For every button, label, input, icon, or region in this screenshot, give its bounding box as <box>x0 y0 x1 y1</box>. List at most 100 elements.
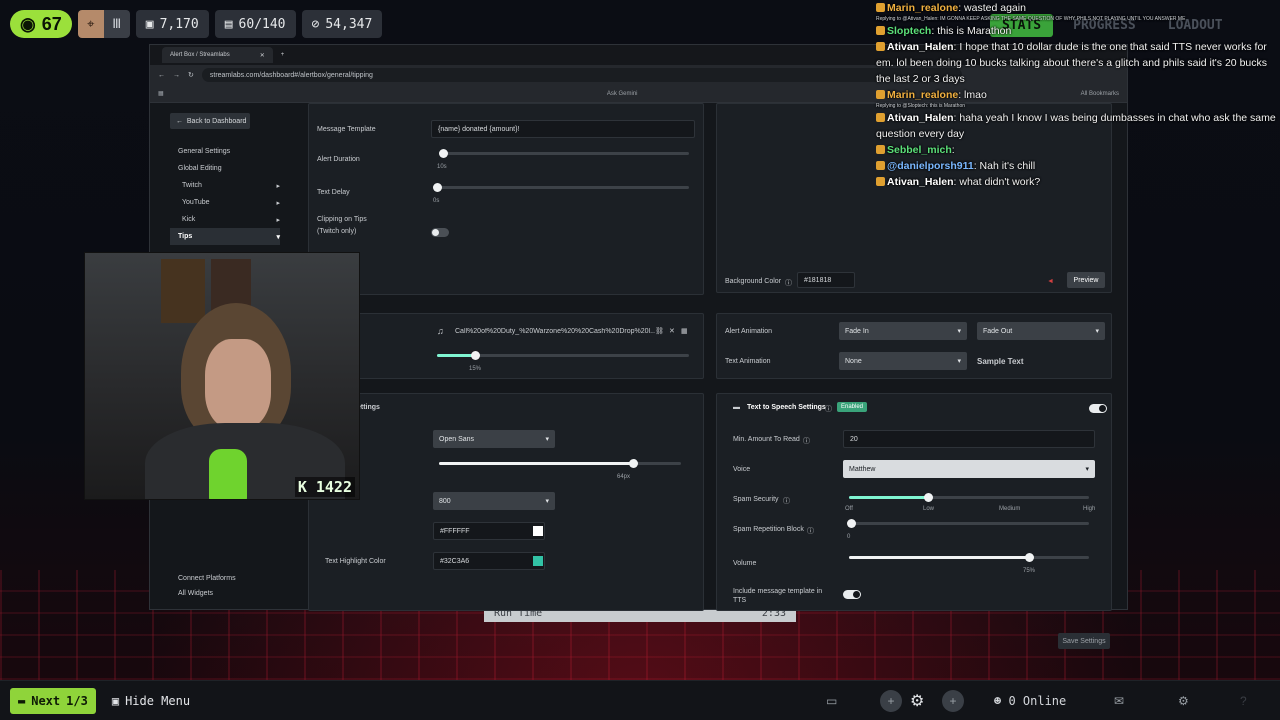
text-delay-label: Text Delay <box>317 189 350 196</box>
slider-knob[interactable] <box>470 351 480 360</box>
animation-out-select[interactable]: Fade Out ▾ <box>977 322 1105 340</box>
mail-icon[interactable]: ✉ <box>1114 694 1124 708</box>
chat-username[interactable]: Sebbel_mich <box>887 144 952 156</box>
help-icon[interactable]: ? <box>1240 694 1247 708</box>
chat-username[interactable]: Sloptech <box>887 25 931 37</box>
tts-toggle[interactable] <box>1089 404 1107 413</box>
slider-knob[interactable] <box>1025 553 1034 562</box>
font-weight-select[interactable]: 800 ▾ <box>433 492 555 510</box>
back-icon[interactable]: ← <box>158 72 165 79</box>
bookmark-ask-gemini[interactable]: Ask Gemini <box>607 91 638 97</box>
slider-knob[interactable] <box>439 149 448 158</box>
close-icon[interactable]: ✕ <box>669 327 675 335</box>
avatar-icon[interactable]: ⚙ <box>910 691 924 711</box>
grid-icon[interactable]: ▦ <box>681 327 688 335</box>
info-icon[interactable]: ⓘ <box>803 436 810 446</box>
reload-icon[interactable]: ↻ <box>188 71 194 79</box>
back-to-dashboard-button[interactable]: ← Back to Dashboard <box>170 113 250 129</box>
hide-menu-button[interactable]: ▣ Hide Menu <box>112 694 190 708</box>
alert-duration-slider[interactable] <box>439 149 689 158</box>
highlight-color-swatch[interactable] <box>533 556 543 566</box>
info-icon[interactable]: ⓘ <box>785 278 792 288</box>
forward-icon[interactable]: → <box>173 72 180 79</box>
chat-text: what didn't work? <box>959 176 1041 188</box>
slider-knob[interactable] <box>628 459 638 468</box>
chat-username[interactable]: Ativan_Halen <box>887 176 954 188</box>
chat-icon[interactable]: ▭ <box>826 694 837 708</box>
level-badge: ◉ 67 <box>10 10 72 38</box>
chat-message: Marin_realone: wasted again <box>876 0 1280 16</box>
sidebar-item-tips[interactable]: Tips ▾ <box>170 228 280 245</box>
close-tab-icon[interactable]: ✕ <box>260 52 265 59</box>
volume-label: Volume <box>733 560 757 567</box>
mute-icon[interactable]: ◄ <box>1047 278 1054 285</box>
text-animation-select[interactable]: None ▾ <box>839 352 967 370</box>
sidebar-item-twitch[interactable]: Twitch ▸ <box>170 177 280 194</box>
save-settings-button[interactable]: Save Settings <box>1058 633 1110 649</box>
users-icon: ☻ <box>994 693 1009 708</box>
info-icon[interactable]: ⓘ <box>825 404 832 414</box>
bars-icon[interactable]: Ⅲ <box>103 10 130 38</box>
coin-icon: ⊘ <box>311 16 320 32</box>
sidebar-item-kick[interactable]: Kick ▸ <box>170 211 280 228</box>
preview-button[interactable]: Preview <box>1067 272 1105 288</box>
voice-select[interactable]: Matthew ▾ <box>843 460 1095 478</box>
next-button[interactable]: ▬ Next 1/3 <box>10 687 96 714</box>
sound-volume-slider[interactable] <box>437 351 689 360</box>
add-right-icon[interactable]: + <box>942 689 964 712</box>
text-delay-slider[interactable] <box>433 183 689 192</box>
sidebar-item-youtube[interactable]: YouTube ▸ <box>170 194 280 211</box>
all-widgets-link[interactable]: All Widgets <box>178 586 236 601</box>
chat-username[interactable]: @danielporsh911 <box>887 160 974 172</box>
repetition-slider[interactable] <box>847 519 1089 528</box>
include-template-toggle[interactable] <box>843 590 861 599</box>
chat-username[interactable]: Ativan_Halen <box>887 41 954 53</box>
info-icon[interactable]: ⓘ <box>807 526 814 536</box>
tts-volume-slider[interactable] <box>849 553 1089 562</box>
chat-username[interactable]: Marin_realone <box>887 89 958 101</box>
font-size-value: 64px <box>617 474 631 480</box>
chat-message: Marin_realone: lmao <box>876 87 1280 103</box>
info-icon[interactable]: ⓘ <box>783 496 790 506</box>
chat-overlay: Marin_realone: wasted again Replying to @… <box>876 0 1280 190</box>
chat-username[interactable]: Marin_realone <box>887 2 958 14</box>
font-size-slider[interactable] <box>439 459 681 468</box>
badge-icon <box>876 42 885 51</box>
message-template-input[interactable]: {name} donated {amount}! <box>431 120 695 138</box>
caret-down-icon: ▾ <box>545 498 549 505</box>
text-color-swatch[interactable] <box>533 526 543 536</box>
alert-duration-label: Alert Duration <box>317 156 360 163</box>
apps-icon[interactable]: ▦ <box>158 90 164 97</box>
sidebar-item-general-settings[interactable]: General Settings <box>170 143 280 160</box>
crosshair-icon[interactable]: ⌖ <box>77 10 104 38</box>
highlight-color-input[interactable]: #32C3A6 <box>433 552 545 570</box>
animation-in-select[interactable]: Fade In ▾ <box>839 322 967 340</box>
add-left-icon[interactable]: + <box>880 689 902 712</box>
connect-platforms-link[interactable]: Connect Platforms <box>178 571 236 586</box>
browser-tab[interactable]: Alert Box / Streamlabs ✕ <box>162 47 273 63</box>
font-select[interactable]: Open Sans ▾ <box>433 430 555 448</box>
chat-username[interactable]: Ativan_Halen <box>887 112 954 124</box>
slider-knob[interactable] <box>924 493 934 502</box>
spam-security-slider[interactable] <box>849 493 1089 502</box>
sidebar-item-global-editing[interactable]: Global Editing <box>170 160 280 177</box>
slider-knob[interactable] <box>433 183 442 192</box>
slider-fill <box>849 556 1029 559</box>
text-color-input[interactable]: #FFFFFF <box>433 522 545 540</box>
new-tab-icon[interactable]: + <box>281 52 285 58</box>
mode-toggle[interactable]: ⌖ Ⅲ <box>77 10 130 38</box>
url-field[interactable]: streamlabs.com/dashboard#/alertbox/gener… <box>201 68 962 82</box>
clipping-toggle[interactable] <box>431 228 449 237</box>
chevron-down-icon: ▾ <box>276 233 280 241</box>
min-amount-input[interactable]: 20 <box>843 430 1095 448</box>
link-icon[interactable]: ⛓ <box>655 327 664 335</box>
tts-volume-value: 75% <box>1023 568 1036 574</box>
chat-message: Ativan_Halen: I hope that 10 dollar dude… <box>876 39 1280 87</box>
chat-line: Sloptech: this is Marathon <box>876 23 1280 39</box>
slider-knob[interactable] <box>847 519 856 528</box>
background-color-input[interactable]: #181818 <box>797 272 855 288</box>
enabled-badge: Enabled <box>837 402 868 412</box>
collapse-icon[interactable]: ▬ <box>733 404 740 411</box>
settings-gear-icon[interactable]: ⚙ <box>1178 694 1189 708</box>
chat-line: Sebbel_mich: <box>876 142 1280 158</box>
